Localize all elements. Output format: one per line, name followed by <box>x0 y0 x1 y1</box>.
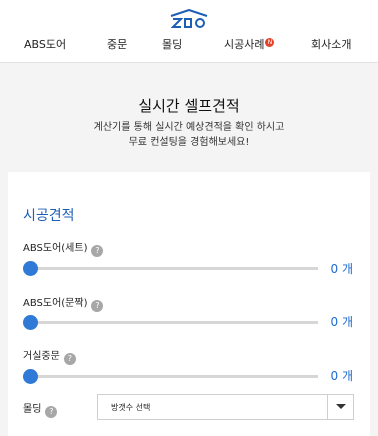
page-title: 실시간 셀프견적 <box>138 97 240 115</box>
quantity-value: 0 <box>330 369 339 383</box>
molding-label: 몰딩? <box>23 400 58 418</box>
section-title: 시공견적 <box>23 208 75 224</box>
room-count-select[interactable]: 방갯수 선택 <box>97 394 354 420</box>
top-header: ABS도어 중문 몰딩 시공사례 N 회사소개 <box>0 0 378 63</box>
quantity-readout: 0 개 <box>330 313 353 330</box>
quantity-unit: 개 <box>341 369 353 383</box>
slider-track[interactable] <box>23 315 318 330</box>
slider-track[interactable] <box>23 261 318 276</box>
slider-label-text: 거실중문 <box>23 351 60 362</box>
estimate-card: 시공견적 ABS도어(세트)? 0 개 ABS도어(문짝)? 0 개 거실중문?… <box>8 172 370 436</box>
quantity-readout: 0 개 <box>330 260 353 277</box>
question-icon[interactable]: ? <box>45 406 58 418</box>
quantity-value: 0 <box>330 315 339 329</box>
quantity-readout: 0 개 <box>330 367 353 384</box>
slider-label-abs-door-leaf: ABS도어(문짝)? <box>23 294 104 312</box>
slider-thumb[interactable] <box>23 315 38 330</box>
zio-house-logo-icon[interactable] <box>168 9 210 29</box>
slider-thumb[interactable] <box>23 369 38 384</box>
nav-item-label: 회사소개 <box>311 38 352 51</box>
nav-item-portfolio[interactable]: 시공사례 N <box>224 36 275 52</box>
slider-track[interactable] <box>23 369 318 384</box>
slider-label-text: ABS도어(문짝) <box>23 298 88 309</box>
new-badge: N <box>265 38 275 47</box>
nav-item-label: 중문 <box>107 38 128 51</box>
nav-item-abs-door[interactable]: ABS도어 <box>24 36 66 52</box>
slider-label-text: ABS도어(세트) <box>23 243 88 254</box>
nav-item-about[interactable]: 회사소개 <box>311 36 351 52</box>
nav-item-molding[interactable]: 몰딩 <box>162 36 182 52</box>
question-icon[interactable]: ? <box>91 245 104 257</box>
slider-label-living-room-door: 거실중문? <box>23 347 76 365</box>
description-line-1: 계산기를 통해 실시간 예상견적을 확인 하시고 <box>93 122 285 133</box>
select-toggle[interactable] <box>327 395 353 419</box>
select-value: 방갯수 선택 <box>111 403 151 412</box>
question-icon[interactable]: ? <box>63 353 76 365</box>
quantity-unit: 개 <box>341 315 353 329</box>
nav-item-label: ABS도어 <box>24 38 67 51</box>
quantity-unit: 개 <box>341 262 353 276</box>
slider-label-abs-door-set: ABS도어(세트)? <box>23 239 104 257</box>
nav-item-middle-door[interactable]: 중문 <box>107 36 127 52</box>
page-description: 계산기를 통해 실시간 예상견적을 확인 하시고 무료 컨설팅을 경험해보세요! <box>0 120 378 150</box>
description-line-2: 무료 컨설팅을 경험해보세요! <box>128 137 250 148</box>
nav-item-label: 시공사례 <box>224 38 265 51</box>
slider-thumb[interactable] <box>23 261 38 276</box>
nav-item-label: 몰딩 <box>162 38 183 51</box>
quantity-value: 0 <box>330 262 339 276</box>
question-icon[interactable]: ? <box>91 300 104 312</box>
main-nav: ABS도어 중문 몰딩 시공사례 N 회사소개 <box>0 36 378 56</box>
chevron-down-icon <box>336 404 346 409</box>
molding-label-text: 몰딩 <box>23 404 42 415</box>
